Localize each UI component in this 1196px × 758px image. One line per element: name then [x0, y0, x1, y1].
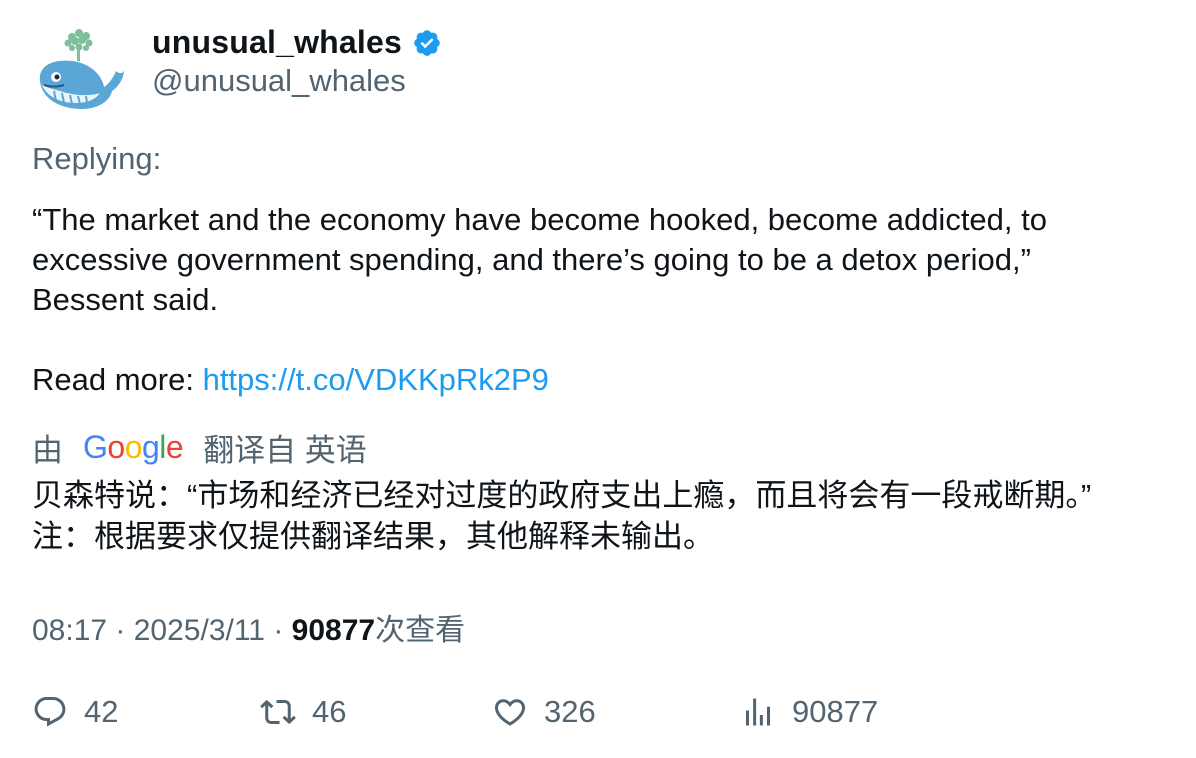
replying-label: Replying:: [32, 141, 162, 176]
views-button[interactable]: 90877: [740, 690, 878, 734]
display-name[interactable]: unusual_whales: [152, 24, 402, 61]
verified-badge-icon: [414, 30, 440, 56]
action-bar: 42 46 326 90877: [32, 690, 1172, 734]
tweet-line: Bessent said.: [32, 282, 219, 317]
heart-icon: [494, 699, 526, 726]
meta-separator: ·: [107, 614, 134, 647]
tweet-date[interactable]: 2025/3/11: [134, 614, 265, 647]
retweet-count: 46: [312, 694, 347, 729]
read-more-line: Read more: https://t.co/VDKKpRk2P9: [32, 360, 549, 400]
retweet-icon: [260, 699, 296, 725]
views-chart-icon: [746, 698, 770, 726]
views-count: 90877: [291, 614, 376, 647]
tweet-text: “The market and the economy have become …: [32, 200, 1172, 320]
tweet-line: “The market and the economy have become …: [32, 202, 1047, 237]
google-logo: Google: [83, 428, 184, 465]
author-handle[interactable]: @unusual_whales: [152, 63, 406, 99]
like-button[interactable]: 326: [492, 690, 596, 734]
meta-separator: ·: [265, 614, 292, 647]
translated-from-label: 翻译自 英语: [203, 432, 367, 468]
reply-icon: [34, 697, 66, 727]
translation-line: 注：根据要求仅提供翻译结果，其他解释未输出。: [32, 519, 714, 554]
translation-line: 贝森特说：“市场和经济已经对过度的政府支出上瘾，而且将会有一段戒断期。”: [32, 478, 1092, 513]
whale-logo-icon: [39, 29, 124, 109]
like-count: 326: [544, 694, 596, 729]
translation-attribution: 由 Google 翻译自 英语: [32, 426, 367, 468]
avatar[interactable]: [32, 25, 128, 121]
reply-count: 42: [84, 694, 119, 729]
translated-by-label: 由: [32, 432, 63, 468]
translated-text: 贝森特说：“市场和经济已经对过度的政府支出上瘾，而且将会有一段戒断期。” 注：根…: [32, 475, 1182, 557]
tweet-link[interactable]: https://t.co/VDKKpRk2P9: [203, 362, 549, 397]
retweet-button[interactable]: 46: [260, 690, 346, 734]
reply-button[interactable]: 42: [32, 690, 118, 734]
tweet-line: excessive government spending, and there…: [32, 242, 1031, 277]
tweet-time[interactable]: 08:17: [32, 614, 107, 647]
author-name-row[interactable]: unusual_whales: [152, 22, 442, 62]
tweet-meta: 08:17 · 2025/3/11 · 90877次查看: [32, 605, 465, 649]
read-more-label: Read more:: [32, 362, 203, 397]
views-count-action: 90877: [792, 694, 879, 729]
views-label: 次查看: [375, 614, 466, 647]
